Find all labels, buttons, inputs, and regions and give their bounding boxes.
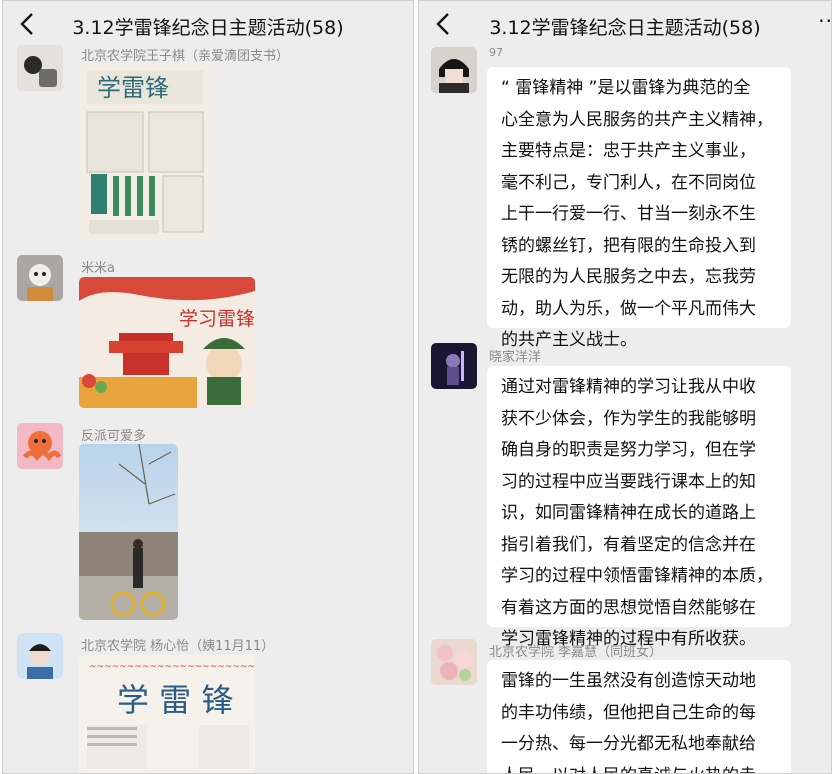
avatar[interactable] — [431, 47, 477, 93]
sender-name: 北京农学院 杨心怡（姨11月11） — [81, 639, 275, 654]
svg-text:~~~~~~~~~~~~~~~~~~~~~~~~~~~~: ~~~~~~~~~~~~~~~~~~~~~~~~~~~~ — [89, 662, 255, 672]
avatar[interactable] — [17, 45, 63, 91]
poster-image[interactable]: 学习雷锋 — [79, 277, 255, 408]
photo-image[interactable] — [79, 444, 178, 620]
chat-panel-right: 3.12学雷锋纪念日主题活动(58) ·· 97 “ 雷锋精神 ”是以雷锋为典范… — [418, 0, 832, 774]
poster-caption: 学 雷 锋 — [117, 681, 233, 719]
chat-title: 3.12学雷锋纪念日主题活动(58) — [489, 17, 761, 39]
more-options-icon[interactable]: ·· — [818, 9, 831, 33]
avatar[interactable] — [17, 633, 63, 679]
sender-name: 北京农学院王子棋（亲爱滴团支书） — [81, 49, 290, 64]
sender-name: 97 — [489, 46, 503, 59]
message-bubble[interactable]: 雷锋的一生虽然没有创造惊天动地 的丰功伟绩，但他把自己生命的每 一分热、每一分光… — [487, 660, 791, 773]
handwritten-poster-image[interactable]: 学雷锋 — [79, 64, 211, 240]
sender-name: 反派可爱多 — [81, 429, 147, 444]
message-bubble[interactable]: “ 雷锋精神 ”是以雷锋为典范的全 心全意为人民服务的共产主义精神， 主要特点是… — [487, 67, 791, 350]
avatar[interactable] — [17, 423, 63, 469]
chat-title: 3.12学雷锋纪念日主题活动(58) — [72, 17, 344, 39]
sender-name: 米米a — [81, 261, 115, 276]
message-bubble[interactable]: 通过对雷锋精神的学习让我从中收 获不少体会，作为学生的我能够明 确自身的职责是努… — [487, 366, 791, 649]
handwritten-poster-image[interactable]: ~~~~~~~~~~~~~~~~~~~~~~~~~~~~ 学 雷 锋 — [79, 655, 255, 773]
avatar[interactable] — [17, 255, 63, 301]
poster-caption: 学习雷锋 — [179, 308, 255, 330]
svg-text:学雷锋: 学雷锋 — [97, 74, 169, 102]
sender-name: 晓家洋洋 — [489, 350, 542, 365]
chat-header: 3.12学雷锋纪念日主题活动(58) ·· — [419, 1, 831, 49]
chat-header: 3.12学雷锋纪念日主题活动(58) — [3, 1, 413, 49]
avatar[interactable] — [431, 343, 477, 389]
sender-name: 北京农学院 李嘉慧（同班女） — [489, 645, 663, 660]
avatar[interactable] — [431, 639, 477, 685]
chat-panel-left: 3.12学雷锋纪念日主题活动(58) 北京农学院王子棋（亲爱滴团支书） 学雷锋 … — [2, 0, 414, 774]
